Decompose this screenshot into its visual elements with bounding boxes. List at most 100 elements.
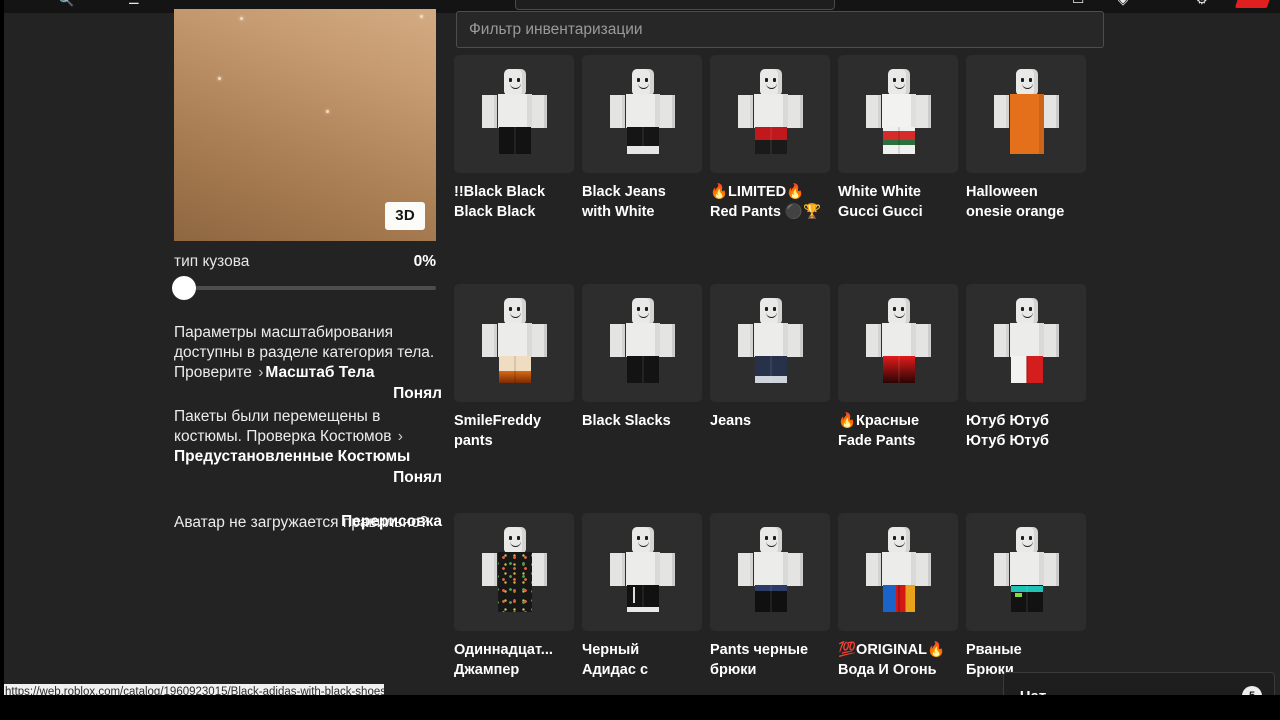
inventory-item[interactable]: Pants черные брюки — [710, 513, 838, 680]
item-label: 🔥Красные Fade Pants — [838, 413, 920, 449]
window-bottom-letterbox — [0, 695, 1280, 720]
item-label: Одиннадцат... Джампер — [454, 642, 553, 678]
avatar-figure-icon — [582, 284, 702, 402]
gear-icon[interactable]: ⚙ — [1196, 0, 1208, 6]
scaling-notice: Параметры масштабирования доступны в раз… — [174, 323, 442, 403]
inventory-panel: Фильтр инвентаризации !!Black Black Blac… — [450, 11, 1280, 720]
inventory-item[interactable]: Black Jeans with White — [582, 55, 710, 222]
editor-notices: Параметры масштабирования доступны в раз… — [174, 323, 442, 535]
item-thumbnail[interactable] — [838, 55, 958, 173]
inventory-filter[interactable]: Фильтр инвентаризации — [456, 11, 1104, 48]
inventory-item[interactable]: !!Black Black Black Black — [454, 55, 582, 222]
preset-costumes-link[interactable]: Предустановленные Костюмы — [174, 448, 410, 465]
scaling-notice-ack[interactable]: Понял — [174, 385, 442, 403]
avatar-figure-icon — [710, 284, 830, 402]
app-root: 🔍 ☰ ▭ ◈ ⚙ 3D тип кузова 0% — [0, 0, 1280, 720]
inventory-item[interactable]: Одиннадцат... Джампер — [454, 513, 582, 680]
slider-knob[interactable] — [172, 276, 196, 300]
wallet-icon[interactable]: ▭ — [1072, 0, 1084, 6]
inventory-item[interactable]: Рваные Брюки — [966, 513, 1094, 680]
item-thumbnail[interactable] — [966, 55, 1086, 173]
body-scale-link[interactable]: Масштаб Тела — [265, 364, 374, 381]
costumes-notice: Пакеты были перемещены в костюмы. Провер… — [174, 407, 442, 487]
avatar-help-notice: Аватар не загружается правильно? Перерис… — [174, 513, 442, 531]
avatar-figure-icon — [966, 513, 1086, 631]
costumes-notice-text: Пакеты были перемещены в костюмы. Провер… — [174, 408, 392, 445]
body-type-slider[interactable] — [172, 276, 436, 300]
sparkle-icon — [420, 15, 423, 18]
costumes-notice-ack[interactable]: Понял — [174, 469, 442, 487]
inventory-item[interactable]: White White Gucci Gucci — [838, 55, 966, 222]
item-thumbnail[interactable] — [454, 55, 574, 173]
item-label: SmileFreddy pants — [454, 413, 542, 449]
inventory-item[interactable]: 🔥Красные Fade Pants — [838, 284, 966, 451]
inventory-row: SmileFreddy pants Black Slacks Jeans 🔥Кр… — [454, 284, 1114, 451]
item-thumbnail[interactable] — [582, 284, 702, 402]
item-label: Black Jeans with White — [582, 184, 666, 220]
chevron-right-icon: › — [258, 364, 264, 381]
inventory-item[interactable]: Black Slacks — [582, 284, 710, 451]
item-thumbnail[interactable] — [582, 513, 702, 631]
item-label: White White Gucci Gucci — [838, 184, 923, 220]
item-thumbnail[interactable] — [454, 513, 574, 631]
item-thumbnail[interactable] — [710, 284, 830, 402]
avatar-figure-icon — [838, 513, 958, 631]
avatar-figure-icon — [710, 513, 830, 631]
avatar-figure-icon — [582, 55, 702, 173]
inventory-item[interactable]: Ютуб Ютуб Ютуб Ютуб — [966, 284, 1094, 451]
robux-icon[interactable]: ◈ — [1118, 0, 1128, 6]
chevron-right-icon: › — [397, 428, 403, 445]
item-label: Pants черные брюки — [710, 642, 809, 678]
avatar-editor-panel: 3D тип кузова 0% Параметры масштабирован… — [0, 9, 450, 720]
item-label: !!Black Black Black Black — [454, 184, 546, 220]
item-thumbnail[interactable] — [838, 513, 958, 631]
inventory-item[interactable]: Halloween onesie orange — [966, 55, 1094, 222]
inventory-item[interactable]: Черный Адидас с — [582, 513, 710, 680]
inventory-row: Одиннадцат... Джампер Черный Адидас с Pa… — [454, 513, 1114, 680]
inventory-item[interactable]: Jeans — [710, 284, 838, 451]
address-bar[interactable] — [515, 0, 835, 10]
notification-icon[interactable] — [1234, 0, 1272, 8]
item-thumbnail[interactable] — [710, 513, 830, 631]
item-label: Jeans — [710, 413, 752, 429]
avatar-figure-icon — [454, 284, 574, 402]
avatar-figure-icon — [966, 284, 1086, 402]
item-thumbnail[interactable] — [966, 513, 1086, 631]
item-label: 🔥LIMITED🔥 Red Pants ⚫🏆 — [710, 184, 822, 220]
menu-icon[interactable]: ☰ — [128, 0, 140, 6]
item-label: 💯ORIGINAL🔥 Вода И Огонь — [838, 642, 945, 678]
search-icon[interactable]: 🔍 — [58, 0, 74, 6]
item-thumbnail[interactable] — [582, 55, 702, 173]
item-label: Ютуб Ютуб Ютуб Ютуб — [966, 413, 1049, 449]
inventory-filter-placeholder: Фильтр инвентаризации — [469, 20, 643, 38]
inventory-item[interactable]: SmileFreddy pants — [454, 284, 582, 451]
avatar-figure-icon — [966, 55, 1086, 173]
avatar-preview[interactable]: 3D — [174, 9, 436, 241]
avatar-figure-icon — [582, 513, 702, 631]
sparkle-icon — [240, 17, 243, 20]
avatar-figure-icon — [454, 513, 574, 631]
redraw-button[interactable]: Перерисовка — [341, 513, 442, 531]
avatar-figure-icon — [838, 55, 958, 173]
window-left-letterbox — [0, 0, 4, 720]
avatar-figure-icon — [710, 55, 830, 173]
inventory-item[interactable]: 🔥LIMITED🔥 Red Pants ⚫🏆 — [710, 55, 838, 222]
view-3d-toggle[interactable]: 3D — [385, 202, 425, 230]
avatar-figure-icon — [454, 55, 574, 173]
item-thumbnail[interactable] — [710, 55, 830, 173]
inventory-grid: !!Black Black Black Black Black Jeans wi… — [454, 55, 1114, 720]
item-thumbnail[interactable] — [966, 284, 1086, 402]
sparkle-icon — [218, 77, 221, 80]
body-type-slider-group: тип кузова 0% — [172, 253, 436, 300]
body-type-label: тип кузова — [174, 253, 250, 270]
item-label: Черный Адидас с — [582, 642, 649, 678]
item-label: Black Slacks — [582, 413, 671, 429]
app-body: 3D тип кузова 0% Параметры масштабирован… — [0, 9, 1280, 720]
item-thumbnail[interactable] — [454, 284, 574, 402]
item-label: Halloween onesie orange — [966, 184, 1065, 220]
item-thumbnail[interactable] — [838, 284, 958, 402]
inventory-item[interactable]: 💯ORIGINAL🔥 Вода И Огонь — [838, 513, 966, 680]
